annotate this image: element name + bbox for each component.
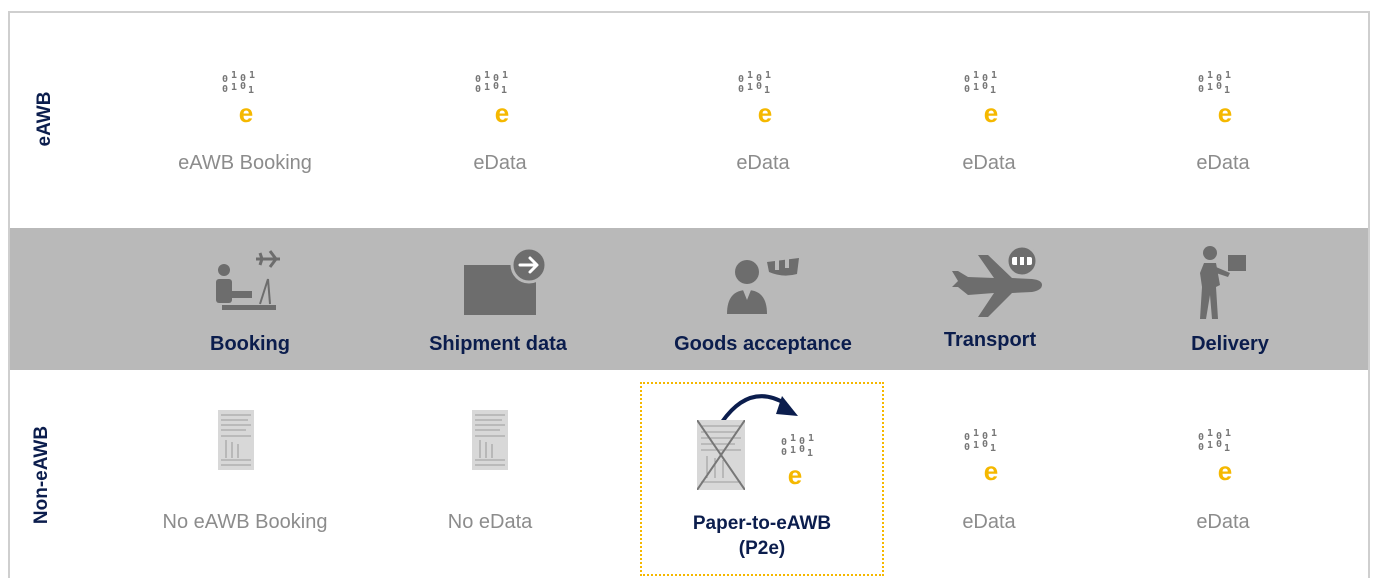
caption-eawb-booking: eAWB Booking [178, 152, 312, 174]
e-icon: e [983, 98, 999, 128]
airplane-icon [952, 244, 1042, 317]
paper-document-icon [218, 410, 254, 470]
binary-data-icon: 01 01 01 01 [1198, 70, 1232, 96]
row-label-eawb: eAWB [34, 91, 55, 147]
stage-label-transport: Transport [943, 329, 1037, 351]
stage-label-shipment-data: Shipment data [429, 333, 567, 355]
caption-no-edata: No eData [447, 511, 533, 533]
crossed-out-paper-icon [697, 420, 745, 490]
binary-data-icon: 01 01 01 01 [222, 70, 256, 96]
p2e-label-line1: Paper-to-eAWB [692, 513, 832, 534]
caption-edata: eData [962, 152, 1016, 174]
p2e-label-line2: (P2e) [738, 538, 786, 559]
binary-data-icon: 01 01 01 01 [964, 428, 998, 454]
agent-with-scanner-icon [727, 254, 799, 314]
e-icon: e [494, 98, 510, 128]
binary-data-icon: 01 01 01 01 [475, 70, 509, 96]
e-icon: e [983, 456, 999, 486]
person-at-computer-icon [216, 250, 280, 310]
paper-document-icon [472, 410, 508, 470]
caption-edata: eData [736, 152, 790, 174]
e-icon: e [238, 98, 254, 128]
e-icon: e [787, 460, 803, 490]
document-send-icon [464, 246, 548, 315]
stage-label-goods-acceptance: Goods acceptance [674, 333, 852, 355]
caption-edata: eData [962, 511, 1016, 533]
p2e-label: Paper-to-eAWB (P2e) [640, 511, 884, 561]
stage-label-booking: Booking [210, 333, 290, 355]
e-icon: e [757, 98, 773, 128]
binary-data-icon: 01 01 01 01 [964, 70, 998, 96]
stage-label-delivery: Delivery [1191, 333, 1269, 355]
binary-data-icon: 01 01 01 01 [738, 70, 772, 96]
caption-edata: eData [1196, 511, 1250, 533]
binary-data-icon: 01 01 01 01 [781, 433, 815, 459]
row-label-non-eawb: Non-eAWB [31, 425, 52, 525]
e-icon: e [1217, 98, 1233, 128]
binary-data-icon: 01 01 01 01 [1198, 428, 1232, 454]
e-icon: e [1217, 456, 1233, 486]
caption-edata: eData [1196, 152, 1250, 174]
caption-edata: eData [473, 152, 527, 174]
caption-no-eawb-booking: No eAWB Booking [162, 511, 328, 533]
courier-with-parcel-icon [1200, 246, 1246, 319]
